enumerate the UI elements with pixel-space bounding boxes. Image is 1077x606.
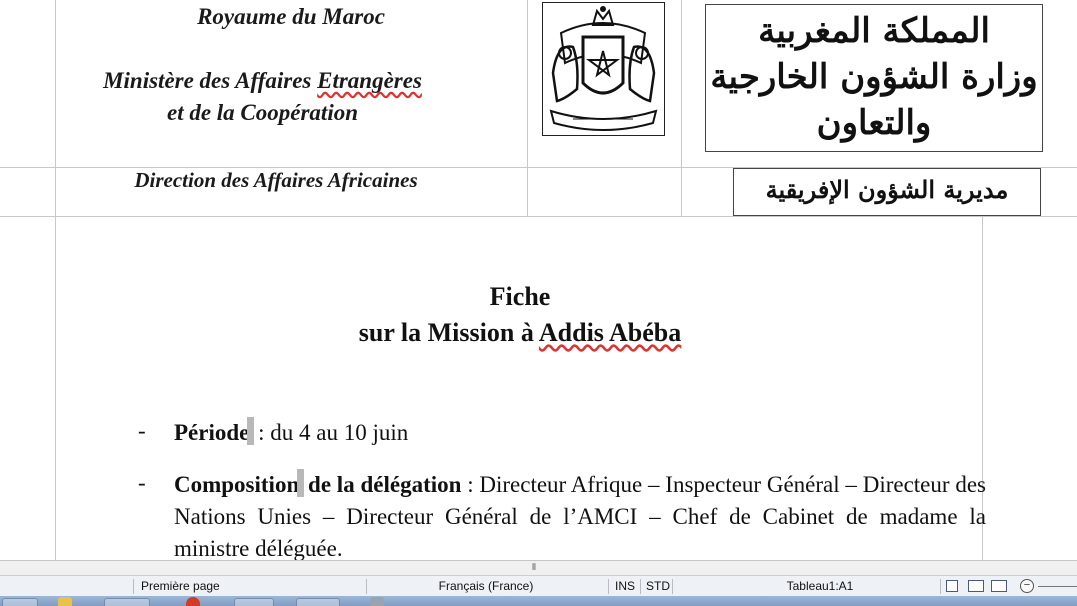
header-direction: Direction des Affaires Africaines (134, 168, 418, 192)
arabic-ministry-text: وزارة الشؤون الخارجية (710, 57, 1038, 97)
header-royaume: Royaume du Maroc (197, 4, 385, 29)
status-separator (608, 579, 609, 594)
tool-icon[interactable] (370, 597, 384, 606)
status-separator (133, 579, 134, 594)
header-ministere-text: Ministère des Affaires Etrangères (103, 68, 422, 93)
folder-icon[interactable] (58, 597, 72, 606)
bullet-label: Période (174, 420, 250, 445)
status-separator (366, 579, 367, 594)
bullet-periode[interactable]: Période : du 4 au 10 juin (174, 417, 986, 449)
os-taskbar (0, 596, 1077, 606)
table-border (681, 0, 682, 216)
status-separator (940, 579, 941, 594)
status-insert-mode[interactable]: INS (615, 576, 635, 597)
arabic-direction-text: مديرية الشؤون الإفريقية (765, 175, 1009, 204)
table-border (527, 0, 528, 216)
subtitle-city: Addis Abéba (538, 318, 682, 347)
multi-page-view-icon[interactable] (968, 580, 984, 592)
arabic-cooperation-text: والتعاون (816, 103, 932, 143)
arabic-kingdom-text: المملكة المغربية (758, 11, 990, 51)
status-selection-mode[interactable]: STD (646, 576, 670, 597)
zoom-out-button[interactable]: − (1020, 579, 1034, 593)
bullet-dash: - (138, 470, 146, 495)
taskbar-item[interactable] (104, 598, 150, 606)
document-canvas[interactable]: Royaume du Maroc Ministère des Affaires … (0, 0, 1077, 560)
browser-icon[interactable] (186, 597, 200, 606)
status-table-cell: Tableau1:A1 (786, 579, 854, 593)
horizontal-scrollbar[interactable]: ⦀ (0, 560, 1077, 575)
bullet-dash: - (138, 418, 146, 443)
table-border (0, 216, 1077, 217)
book-view-icon[interactable] (991, 580, 1007, 592)
status-bar: Première page Français (France) INS STD … (0, 575, 1077, 596)
bullet-composition[interactable]: Composition de la délégation : Directeur… (174, 469, 986, 560)
arabic-direction-header: مديرية الشؤون الإفريقية (733, 168, 1041, 216)
bullet-label: Composition (174, 472, 300, 497)
taskbar-start-button[interactable] (2, 598, 38, 606)
scrollbar-grip-icon[interactable]: ⦀ (532, 563, 536, 573)
zoom-slider[interactable] (1038, 586, 1077, 587)
subtitle-prefix: sur la Mission à (358, 318, 539, 347)
bullet-text: : du 4 au 10 juin (252, 420, 409, 445)
status-page[interactable]: Première page (141, 576, 220, 597)
status-language[interactable]: Français (France) (370, 576, 602, 597)
arabic-ministry-header: المملكة المغربية وزارة الشؤون الخارجية و… (705, 4, 1043, 152)
coat-of-arms-icon (542, 2, 665, 136)
header-ministere-line2: et de la Coopération (166, 100, 359, 125)
taskbar-item[interactable] (296, 598, 340, 606)
document-title: Fiche (489, 282, 551, 311)
header-ministere-line1: Ministère des Affaires Etrangères (40, 68, 485, 94)
bullet-label-cont: de la délégation (302, 472, 462, 497)
single-page-view-icon[interactable] (946, 580, 958, 592)
status-separator (672, 579, 673, 594)
status-separator (640, 579, 641, 594)
taskbar-item[interactable] (234, 598, 274, 606)
document-subtitle: sur la Mission à Addis Abéba (56, 318, 984, 348)
